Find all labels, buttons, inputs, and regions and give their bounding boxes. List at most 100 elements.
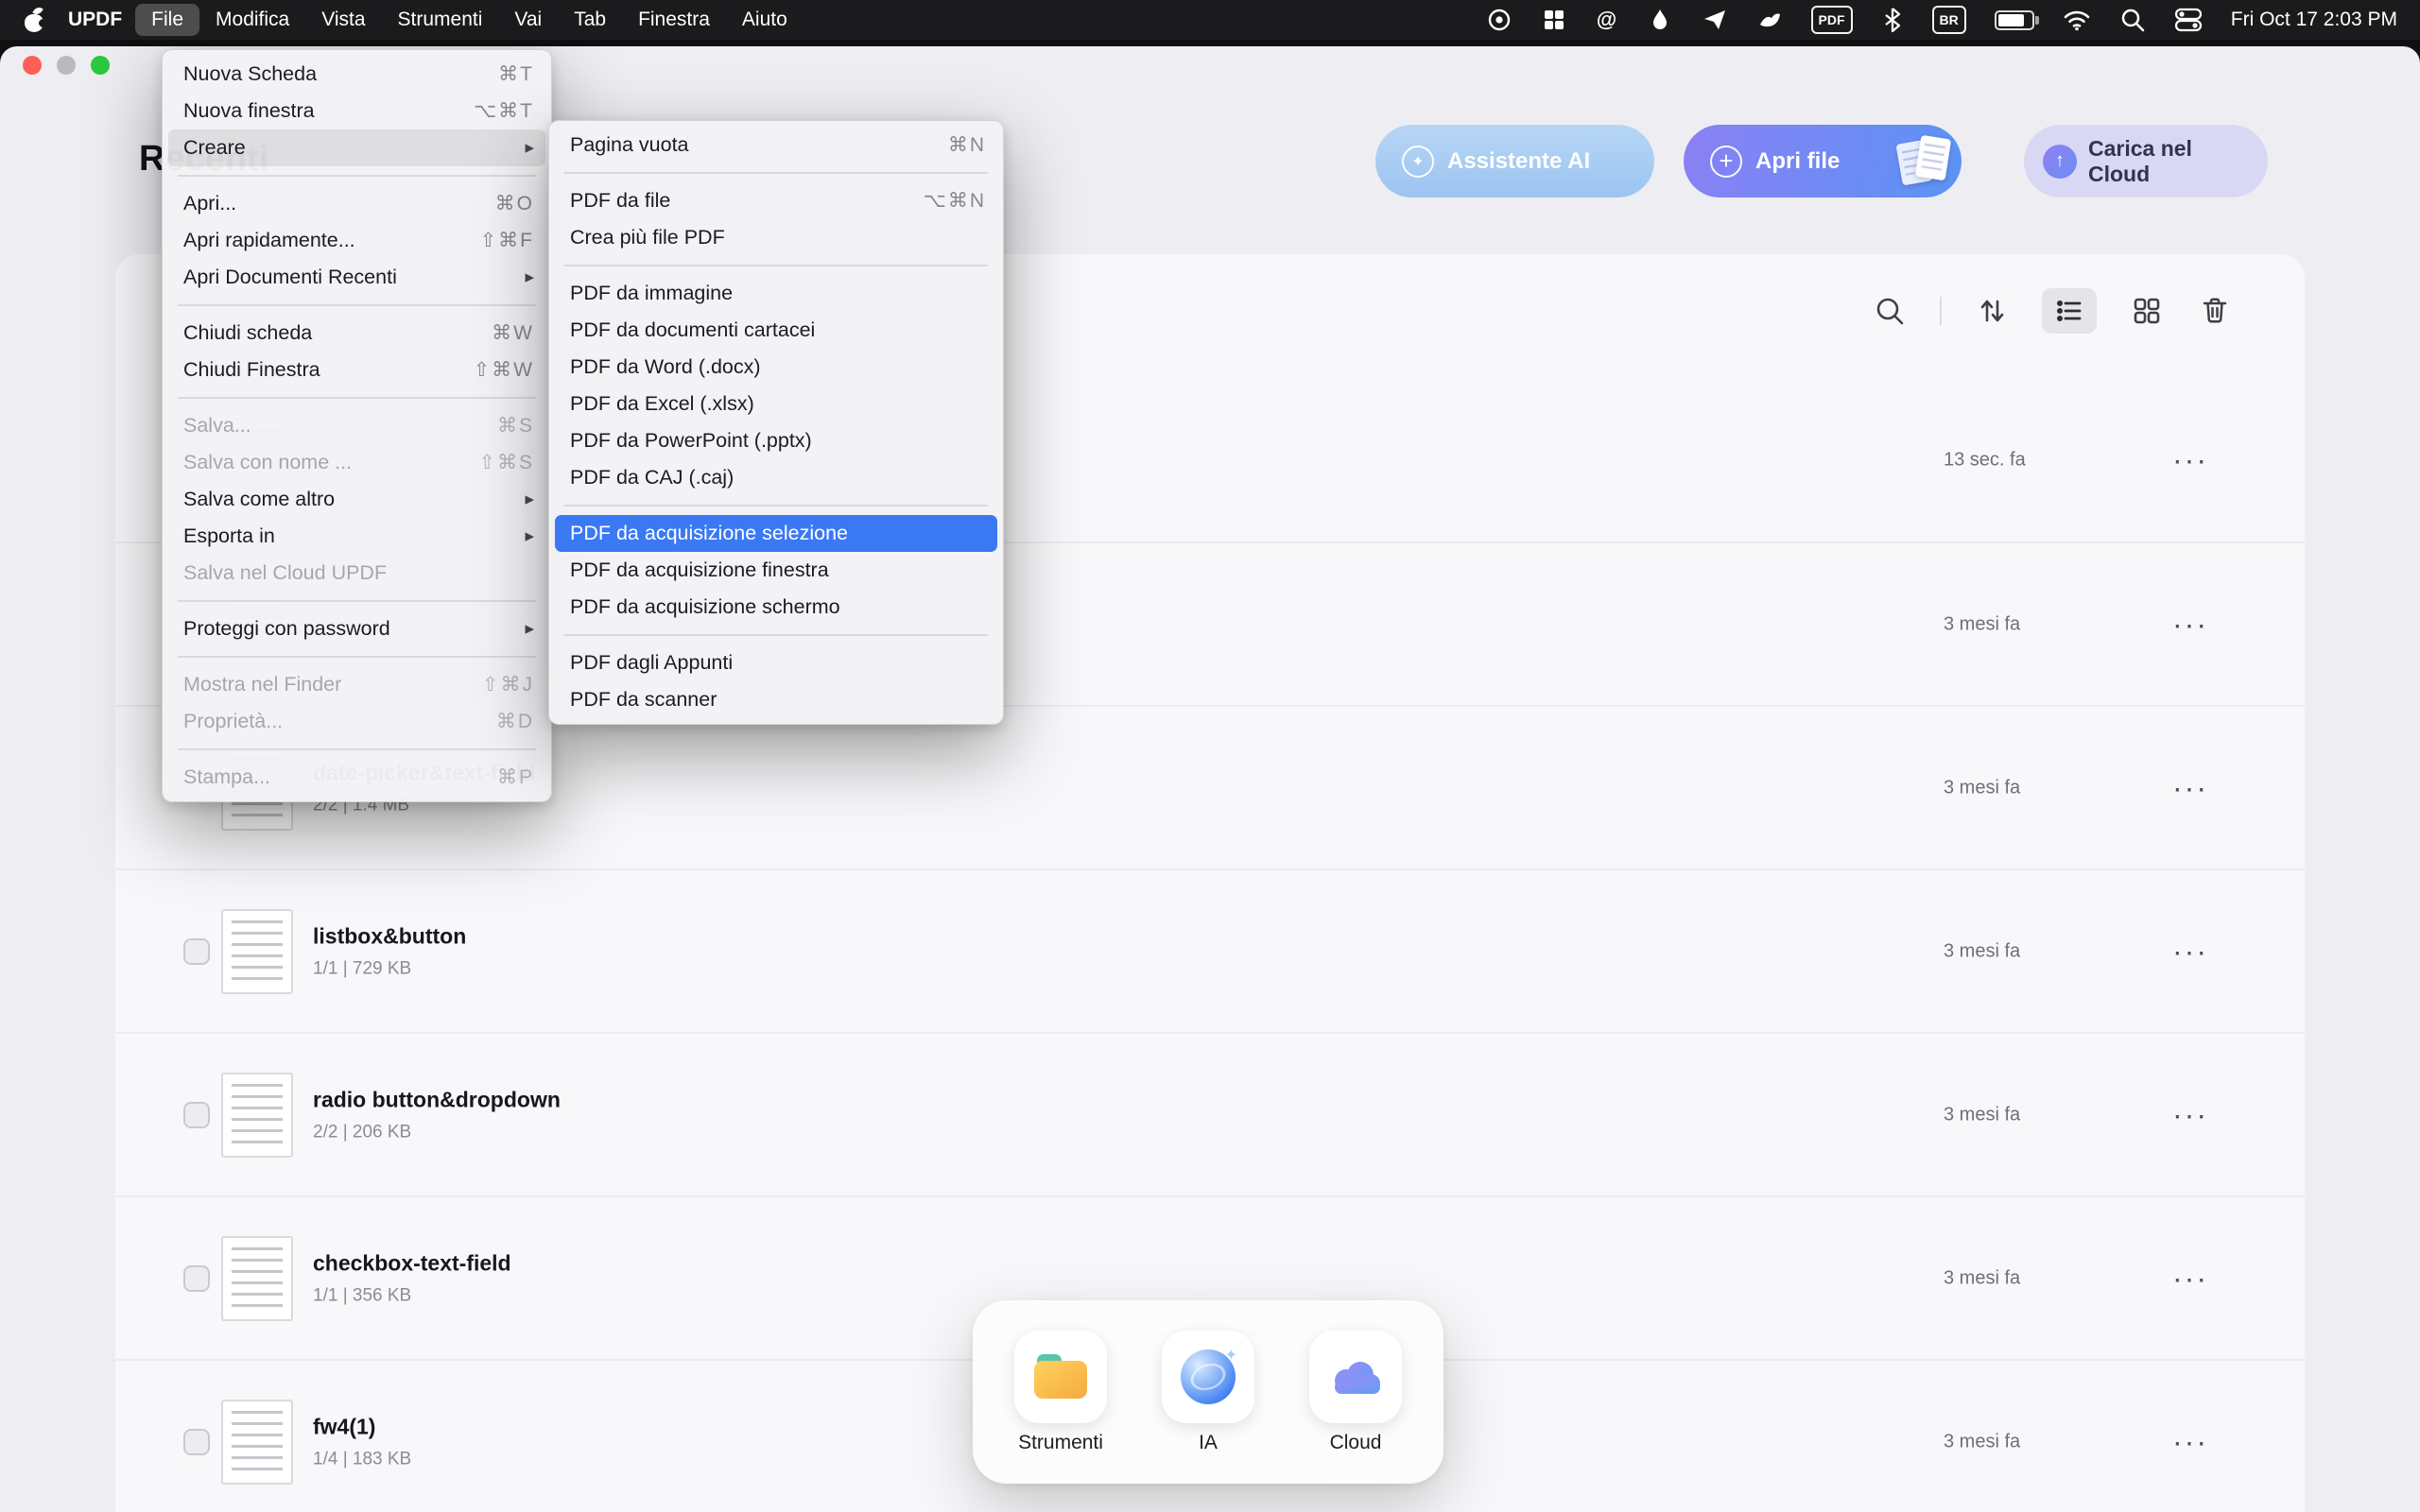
minimize-button[interactable] bbox=[57, 56, 76, 75]
row-more-button[interactable]: ··· bbox=[2152, 1424, 2228, 1459]
menu-item-creare[interactable]: Creare▸ bbox=[168, 129, 545, 166]
search-icon[interactable] bbox=[1872, 293, 1908, 329]
menubar-menu-file[interactable]: File bbox=[135, 4, 199, 36]
menu-item-esporta-in[interactable]: Esporta in▸ bbox=[168, 518, 545, 555]
menu-item-pdf-da-acquisizione-schermo[interactable]: PDF da acquisizione schermo bbox=[555, 589, 997, 626]
row-more-button[interactable]: ··· bbox=[2152, 770, 2228, 805]
menu-item-label: Chiudi scheda bbox=[183, 321, 469, 345]
file-time: 3 mesi fa bbox=[1944, 613, 2020, 635]
row-more-button[interactable]: ··· bbox=[2152, 1261, 2228, 1296]
menu-item-salva-come-altro[interactable]: Salva come altro▸ bbox=[168, 481, 545, 518]
menubar-menu-modifica[interactable]: Modifica bbox=[199, 4, 305, 36]
menu-item-label: Esporta in bbox=[183, 524, 502, 548]
paper-plane-icon[interactable] bbox=[1702, 6, 1728, 34]
menu-item-pdf-da-powerpoint-pptx[interactable]: PDF da PowerPoint (.pptx) bbox=[555, 422, 997, 459]
menu-item-pdf-da-word-docx[interactable]: PDF da Word (.docx) bbox=[555, 349, 997, 386]
menu-item-label: Proprietà... bbox=[183, 710, 474, 733]
menu-item-apri-rapidamente[interactable]: Apri rapidamente...⇧⌘F bbox=[168, 222, 545, 259]
spotlight-icon[interactable] bbox=[2119, 6, 2146, 34]
menu-shortcut: ⌘N bbox=[948, 133, 986, 157]
menubar-menu-tab[interactable]: Tab bbox=[558, 4, 622, 36]
flame-icon[interactable] bbox=[1647, 6, 1673, 34]
list-view-button[interactable] bbox=[2042, 288, 2097, 334]
menu-item-pdf-da-acquisizione-finestra[interactable]: PDF da acquisizione finestra bbox=[555, 552, 997, 589]
menu-separator bbox=[178, 397, 536, 399]
menu-item-label: PDF da documenti cartacei bbox=[570, 318, 986, 342]
menu-item-crea-pi-file-pdf[interactable]: Crea più file PDF bbox=[555, 219, 997, 256]
dock-item-cloud[interactable]: Cloud bbox=[1309, 1331, 1402, 1454]
screen-record-icon[interactable] bbox=[1486, 6, 1512, 34]
menu-item-chiudi-finestra[interactable]: Chiudi Finestra⇧⌘W bbox=[168, 352, 545, 388]
ai-icon bbox=[1181, 1349, 1236, 1404]
menubar-clock[interactable]: Fri Oct 17 2:03 PM bbox=[2231, 6, 2397, 34]
menu-shortcut: ⌘T bbox=[498, 62, 534, 86]
menu-item-pdf-da-scanner[interactable]: PDF da scanner bbox=[555, 681, 997, 718]
apple-menu-icon[interactable] bbox=[23, 7, 45, 33]
menu-separator bbox=[178, 656, 536, 658]
row-checkbox[interactable] bbox=[183, 938, 210, 965]
row-more-button[interactable]: ··· bbox=[2152, 934, 2228, 969]
menubar-menu-strumenti[interactable]: Strumenti bbox=[382, 4, 499, 36]
row-checkbox[interactable] bbox=[183, 1429, 210, 1455]
close-button[interactable] bbox=[23, 56, 42, 75]
apple-leaf bbox=[32, 6, 43, 17]
keyboard-layout-badge[interactable]: BR bbox=[1932, 6, 1966, 34]
menu-item-pdf-da-acquisizione-selezione[interactable]: PDF da acquisizione selezione bbox=[555, 515, 997, 552]
carica-cloud-button[interactable]: ↑ Carica nel Cloud bbox=[2024, 125, 2268, 198]
menubar-menu-finestra[interactable]: Finestra bbox=[622, 4, 726, 36]
menu-item-pdf-da-caj-caj[interactable]: PDF da CAJ (.caj) bbox=[555, 459, 997, 496]
bluetooth-icon[interactable] bbox=[1881, 6, 1904, 34]
row-more-button[interactable]: ··· bbox=[2152, 607, 2228, 642]
wifi-icon[interactable] bbox=[2063, 6, 2091, 34]
menu-item-nuova-finestra[interactable]: Nuova finestra⌥⌘T bbox=[168, 93, 545, 129]
menu-item-pdf-da-file[interactable]: PDF da file⌥⌘N bbox=[555, 182, 997, 219]
dock-label: Strumenti bbox=[1018, 1432, 1103, 1454]
zoom-button[interactable] bbox=[91, 56, 110, 75]
menu-item-salva: Salva...⌘S bbox=[168, 407, 545, 444]
menu-item-label: PDF da acquisizione selezione bbox=[570, 522, 986, 545]
apri-file-button[interactable]: + Apri file bbox=[1684, 125, 1962, 198]
menu-item-apri-documenti-recenti[interactable]: Apri Documenti Recenti▸ bbox=[168, 259, 545, 296]
carica-cloud-label: Carica nel Cloud bbox=[2088, 136, 2249, 187]
menu-item-pdf-dagli-appunti[interactable]: PDF dagli Appunti bbox=[555, 644, 997, 681]
row-more-button[interactable]: ··· bbox=[2152, 1097, 2228, 1132]
menu-item-label: Crea più file PDF bbox=[570, 226, 986, 249]
menu-item-pdf-da-immagine[interactable]: PDF da immagine bbox=[555, 275, 997, 312]
trash-icon[interactable] bbox=[2197, 293, 2233, 329]
row-checkbox[interactable] bbox=[183, 1102, 210, 1128]
menu-item-pdf-da-excel-xlsx[interactable]: PDF da Excel (.xlsx) bbox=[555, 386, 997, 422]
file-name: radio button&dropdown bbox=[313, 1087, 561, 1112]
grid-view-button[interactable] bbox=[2129, 293, 2165, 329]
menu-item-apri[interactable]: Apri...⌘O bbox=[168, 185, 545, 222]
menu-shortcut: ⌥⌘T bbox=[474, 99, 534, 123]
at-sign-icon[interactable]: @ bbox=[1596, 6, 1618, 34]
menu-item-pdf-da-documenti-cartacei[interactable]: PDF da documenti cartacei bbox=[555, 312, 997, 349]
assistente-ai-button[interactable]: ✦ Assistente AI bbox=[1375, 125, 1654, 198]
battery-icon[interactable] bbox=[1995, 6, 2034, 34]
menubar-menu-aiuto[interactable]: Aiuto bbox=[726, 4, 804, 36]
menu-item-chiudi-scheda[interactable]: Chiudi scheda⌘W bbox=[168, 315, 545, 352]
dock-item-strumenti[interactable]: Strumenti bbox=[1014, 1331, 1107, 1454]
papers-illustration bbox=[1892, 133, 1950, 190]
traffic-lights bbox=[23, 56, 110, 75]
row-more-button[interactable]: ··· bbox=[2152, 442, 2228, 477]
menu-item-proteggi-con-password[interactable]: Proteggi con password▸ bbox=[168, 610, 545, 647]
menubar-app-name[interactable]: UPDF bbox=[55, 4, 135, 36]
row-checkbox[interactable] bbox=[183, 1265, 210, 1292]
menu-item-label: Creare bbox=[183, 136, 502, 160]
file-info-block: listbox&button 1/1 | 729 KB bbox=[313, 923, 466, 979]
sort-icon[interactable] bbox=[1974, 293, 2010, 329]
file-row[interactable]: radio button&dropdown 2/2 | 206 KB 3 mes… bbox=[115, 1032, 2305, 1195]
pdf-app-icon[interactable]: PDF bbox=[1811, 6, 1853, 34]
control-center-icon[interactable] bbox=[2174, 6, 2203, 34]
file-row[interactable]: listbox&button 1/1 | 729 KB 3 mesi fa ··… bbox=[115, 868, 2305, 1032]
menu-shortcut: ⌘O bbox=[495, 192, 534, 215]
bird-icon[interactable] bbox=[1756, 6, 1783, 34]
chevron-right-icon: ▸ bbox=[525, 489, 534, 510]
menubar-menu-vai[interactable]: Vai bbox=[498, 4, 558, 36]
window-grid-icon[interactable] bbox=[1541, 6, 1567, 34]
menubar-menu-vista[interactable]: Vista bbox=[305, 4, 381, 36]
dock-item-ia[interactable]: IA bbox=[1162, 1331, 1254, 1454]
menu-item-nuova-scheda[interactable]: Nuova Scheda⌘T bbox=[168, 56, 545, 93]
menu-item-pagina-vuota[interactable]: Pagina vuota⌘N bbox=[555, 127, 997, 163]
